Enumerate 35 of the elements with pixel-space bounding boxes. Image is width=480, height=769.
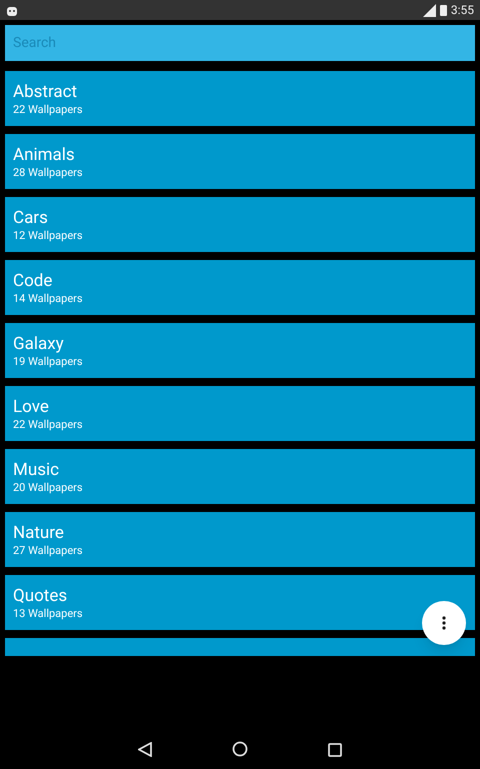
category-card[interactable]: Animals 28 Wallpapers — [5, 134, 475, 189]
back-icon[interactable] — [138, 742, 152, 757]
wallpaper-count: 14 Wallpapers — [13, 292, 84, 306]
category-name: Cars — [13, 207, 49, 229]
category-name: Love — [13, 396, 50, 418]
category-name: Nature — [13, 522, 65, 544]
category-name: Code — [13, 270, 54, 292]
category-card[interactable]: Nature 27 Wallpapers — [5, 512, 475, 567]
wallpaper-count: 12 Wallpapers — [13, 229, 84, 243]
battery-icon — [440, 4, 447, 16]
wallpaper-count: 28 Wallpapers — [13, 166, 84, 180]
category-card[interactable]: Cars 12 Wallpapers — [5, 197, 475, 252]
category-card[interactable]: Abstract 22 Wallpapers — [5, 71, 475, 126]
wallpaper-count: 19 Wallpapers — [13, 355, 84, 369]
home-icon[interactable] — [232, 741, 248, 757]
category-name: Abstract — [13, 81, 78, 103]
category-name: Quotes — [13, 585, 68, 607]
wallpaper-count: 13 Wallpapers — [13, 607, 84, 621]
category-card[interactable]: Galaxy 19 Wallpapers — [5, 323, 475, 378]
category-name: Music — [13, 459, 60, 481]
wallpaper-count: 22 Wallpapers — [13, 418, 84, 432]
wallpaper-count: 20 Wallpapers — [13, 481, 84, 495]
wallpaper-count: 22 Wallpapers — [13, 103, 84, 117]
category-name: Galaxy — [13, 333, 65, 355]
category-card[interactable]: Quotes 13 Wallpapers — [5, 575, 475, 630]
recents-icon[interactable] — [328, 743, 342, 757]
signal-icon — [422, 4, 436, 16]
android-icon — [6, 4, 18, 16]
category-card[interactable]: Code 14 Wallpapers — [5, 260, 475, 315]
category-name: Animals — [13, 144, 76, 166]
more-vertical-icon — [442, 616, 446, 630]
category-card[interactable]: Love 22 Wallpapers — [5, 386, 475, 441]
wallpaper-count: 27 Wallpapers — [13, 544, 84, 558]
status-time: 3:55 — [450, 2, 474, 19]
category-card[interactable]: Music 20 Wallpapers — [5, 449, 475, 504]
